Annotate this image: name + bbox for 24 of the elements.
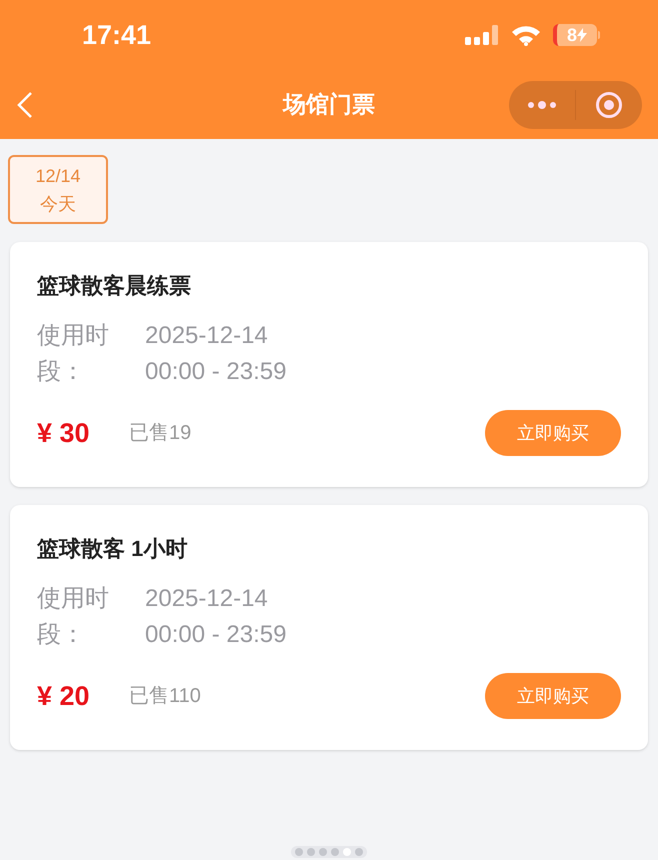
- ticket-hours: 00:00 - 23:59: [145, 357, 286, 387]
- ticket-name: 篮球散客晨练票: [37, 272, 192, 300]
- page-title: 场馆门票: [283, 90, 375, 120]
- buy-button[interactable]: 立即购买: [485, 410, 621, 456]
- ticket-name: 篮球散客 1小时: [37, 535, 188, 563]
- ticket-price: ¥ 20: [37, 680, 91, 713]
- back-icon[interactable]: [16, 90, 34, 118]
- ticket-hours: 00:00 - 23:59: [145, 620, 286, 650]
- signal-icon: [465, 24, 499, 46]
- date-tab[interactable]: 12/14 今天: [8, 155, 108, 224]
- sold-count: 已售110: [129, 684, 201, 709]
- more-icon[interactable]: [527, 100, 557, 110]
- ticket-price: ¥ 30: [37, 416, 91, 450]
- close-icon[interactable]: [595, 90, 623, 118]
- ticket-date: 2025-12-14: [145, 584, 269, 614]
- bolt-icon: [577, 28, 587, 42]
- time-label: 使用时段：: [37, 321, 110, 387]
- ticket-date: 2025-12-14: [145, 321, 269, 351]
- time-label: 使用时段：: [37, 584, 110, 650]
- battery-icon: 8: [553, 24, 600, 46]
- buy-button[interactable]: 立即购买: [485, 673, 621, 719]
- wifi-icon: [511, 24, 541, 46]
- sold-count: 已售19: [129, 421, 192, 446]
- status-time: 17:41: [82, 18, 152, 52]
